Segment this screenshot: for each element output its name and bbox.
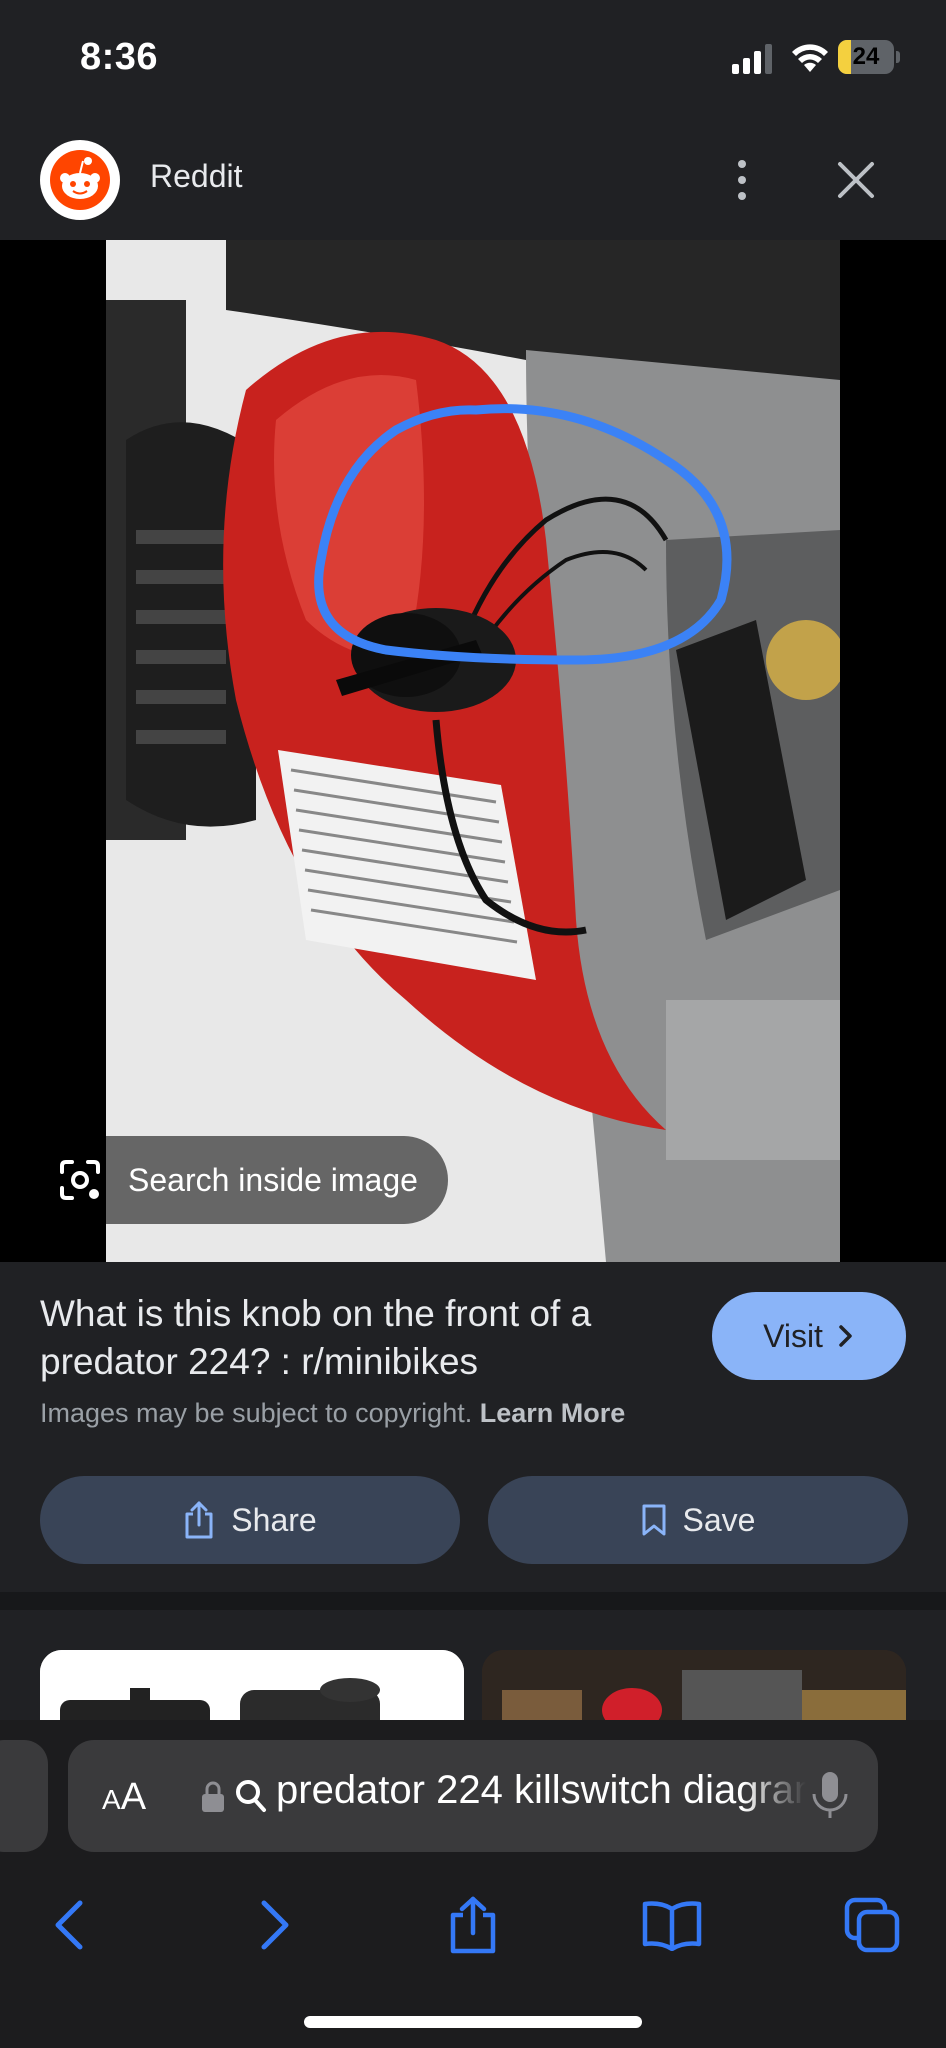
address-bar-text[interactable]: predator 224 killswitch diagram (276, 1768, 806, 1824)
bookmarks-icon[interactable] (632, 1880, 712, 1970)
search-inside-image-label[interactable]: Search inside image (106, 1136, 448, 1224)
result-info-panel: What is this knob on the front of a pred… (0, 1262, 946, 1592)
related-image-thumbnail[interactable] (482, 1650, 906, 1720)
wifi-icon (792, 44, 828, 72)
share-page-icon[interactable] (433, 1880, 513, 1970)
browser-toolbar (0, 1880, 946, 1970)
result-title[interactable]: What is this knob on the front of a pred… (40, 1290, 680, 1386)
learn-more-link[interactable]: Learn More (480, 1398, 626, 1428)
source-header: Reddit (0, 120, 946, 240)
save-label: Save (682, 1501, 756, 1538)
home-indicator (304, 2016, 642, 2028)
share-icon (185, 1501, 213, 1539)
lock-icon (202, 1781, 224, 1812)
related-images (0, 1610, 946, 1720)
page-settings-button[interactable]: AA (102, 1776, 146, 1819)
copyright-notice: Images may be subject to copyright. Lear… (40, 1398, 625, 1429)
result-image[interactable] (106, 240, 840, 1262)
tabs-icon[interactable] (832, 1880, 912, 1970)
visit-button[interactable]: Visit (712, 1292, 906, 1380)
browser-bottom-bar: AA predator 224 killswitch diagram (0, 1720, 946, 2048)
mic-icon[interactable] (808, 1770, 852, 1822)
source-site-name[interactable]: Reddit (150, 158, 243, 195)
reddit-logo-icon[interactable] (40, 140, 120, 220)
visit-label: Visit (763, 1317, 823, 1354)
section-divider (0, 1592, 946, 1610)
chevron-right-icon (839, 1325, 852, 1347)
bookmark-icon (642, 1504, 666, 1536)
copyright-text: Images may be subject to copyright. (40, 1398, 473, 1428)
search-icon (236, 1780, 266, 1812)
status-time: 8:36 (80, 36, 159, 78)
related-image-thumbnail[interactable] (40, 1650, 464, 1720)
battery-indicator: 24 (838, 40, 900, 74)
cellular-signal-icon (732, 44, 772, 74)
save-button[interactable]: Save (488, 1476, 908, 1564)
back-icon[interactable] (30, 1880, 110, 1970)
forward-icon[interactable] (234, 1880, 314, 1970)
address-bar[interactable]: AA predator 224 killswitch diagram (68, 1740, 878, 1852)
share-label: Share (231, 1501, 317, 1538)
more-options-icon[interactable] (722, 150, 762, 210)
share-button[interactable]: Share (40, 1476, 460, 1564)
search-inside-image-button[interactable]: Search inside image (40, 1136, 448, 1224)
close-icon[interactable] (830, 154, 882, 206)
battery-level: 24 (852, 43, 880, 70)
previous-tab-preview[interactable] (0, 1740, 48, 1852)
image-viewer: Search inside image (0, 240, 946, 1262)
status-bar: 8:36 24 (0, 0, 946, 120)
